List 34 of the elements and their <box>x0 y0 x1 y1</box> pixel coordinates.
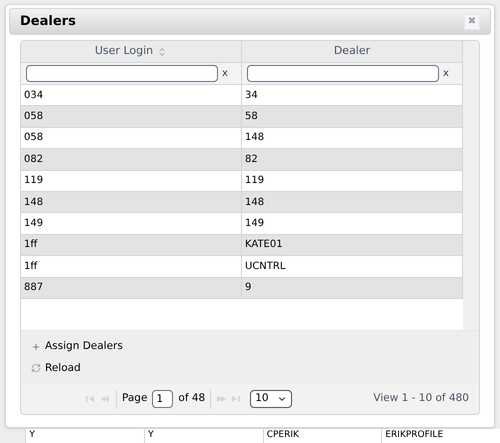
assign-dealers-button[interactable]: Assign Dealers <box>31 338 469 354</box>
table-cell: 058 <box>21 128 242 148</box>
clear-filter-button[interactable]: x <box>443 66 449 81</box>
background-cell: CPERIK <box>262 429 382 443</box>
table-cell: 119 <box>21 170 242 191</box>
table-cell: 148 <box>21 192 242 212</box>
record-summary: View 1 - 10 of 480 <box>373 391 469 406</box>
background-cell: Y <box>144 429 263 443</box>
sort-icon[interactable] <box>157 46 168 56</box>
page-field[interactable]: 1 <box>152 390 174 408</box>
table-cell: 034 <box>21 85 242 106</box>
table-cell: 058 <box>21 106 242 127</box>
dialog-title: Dealers <box>20 12 76 31</box>
previous-page-icon[interactable] <box>101 395 111 403</box>
clear-filter-button[interactable]: x <box>222 66 228 81</box>
filter-field[interactable] <box>26 65 218 82</box>
background-cell: ERIKPROFILE <box>381 429 500 443</box>
reload-button[interactable]: Reload <box>31 360 469 376</box>
filter-field[interactable] <box>247 65 439 82</box>
first-page-icon[interactable] <box>86 395 96 403</box>
table-cell: 887 <box>21 278 242 298</box>
reload-icon <box>31 363 41 374</box>
page-count: of 48 <box>178 391 206 406</box>
background-cell: Y <box>25 429 144 443</box>
table-cell: 1ff <box>21 256 242 277</box>
page-label: Page <box>122 391 148 406</box>
next-page-icon[interactable] <box>216 395 226 403</box>
plus-icon <box>31 342 41 352</box>
table-cell: 149 <box>21 213 242 234</box>
page-size-select[interactable]: 10 <box>250 390 292 408</box>
table-cell: 082 <box>21 149 242 170</box>
table-cell: 1ff <box>21 234 242 256</box>
column-header[interactable]: User Login <box>21 41 242 62</box>
last-page-icon[interactable] <box>231 395 242 403</box>
